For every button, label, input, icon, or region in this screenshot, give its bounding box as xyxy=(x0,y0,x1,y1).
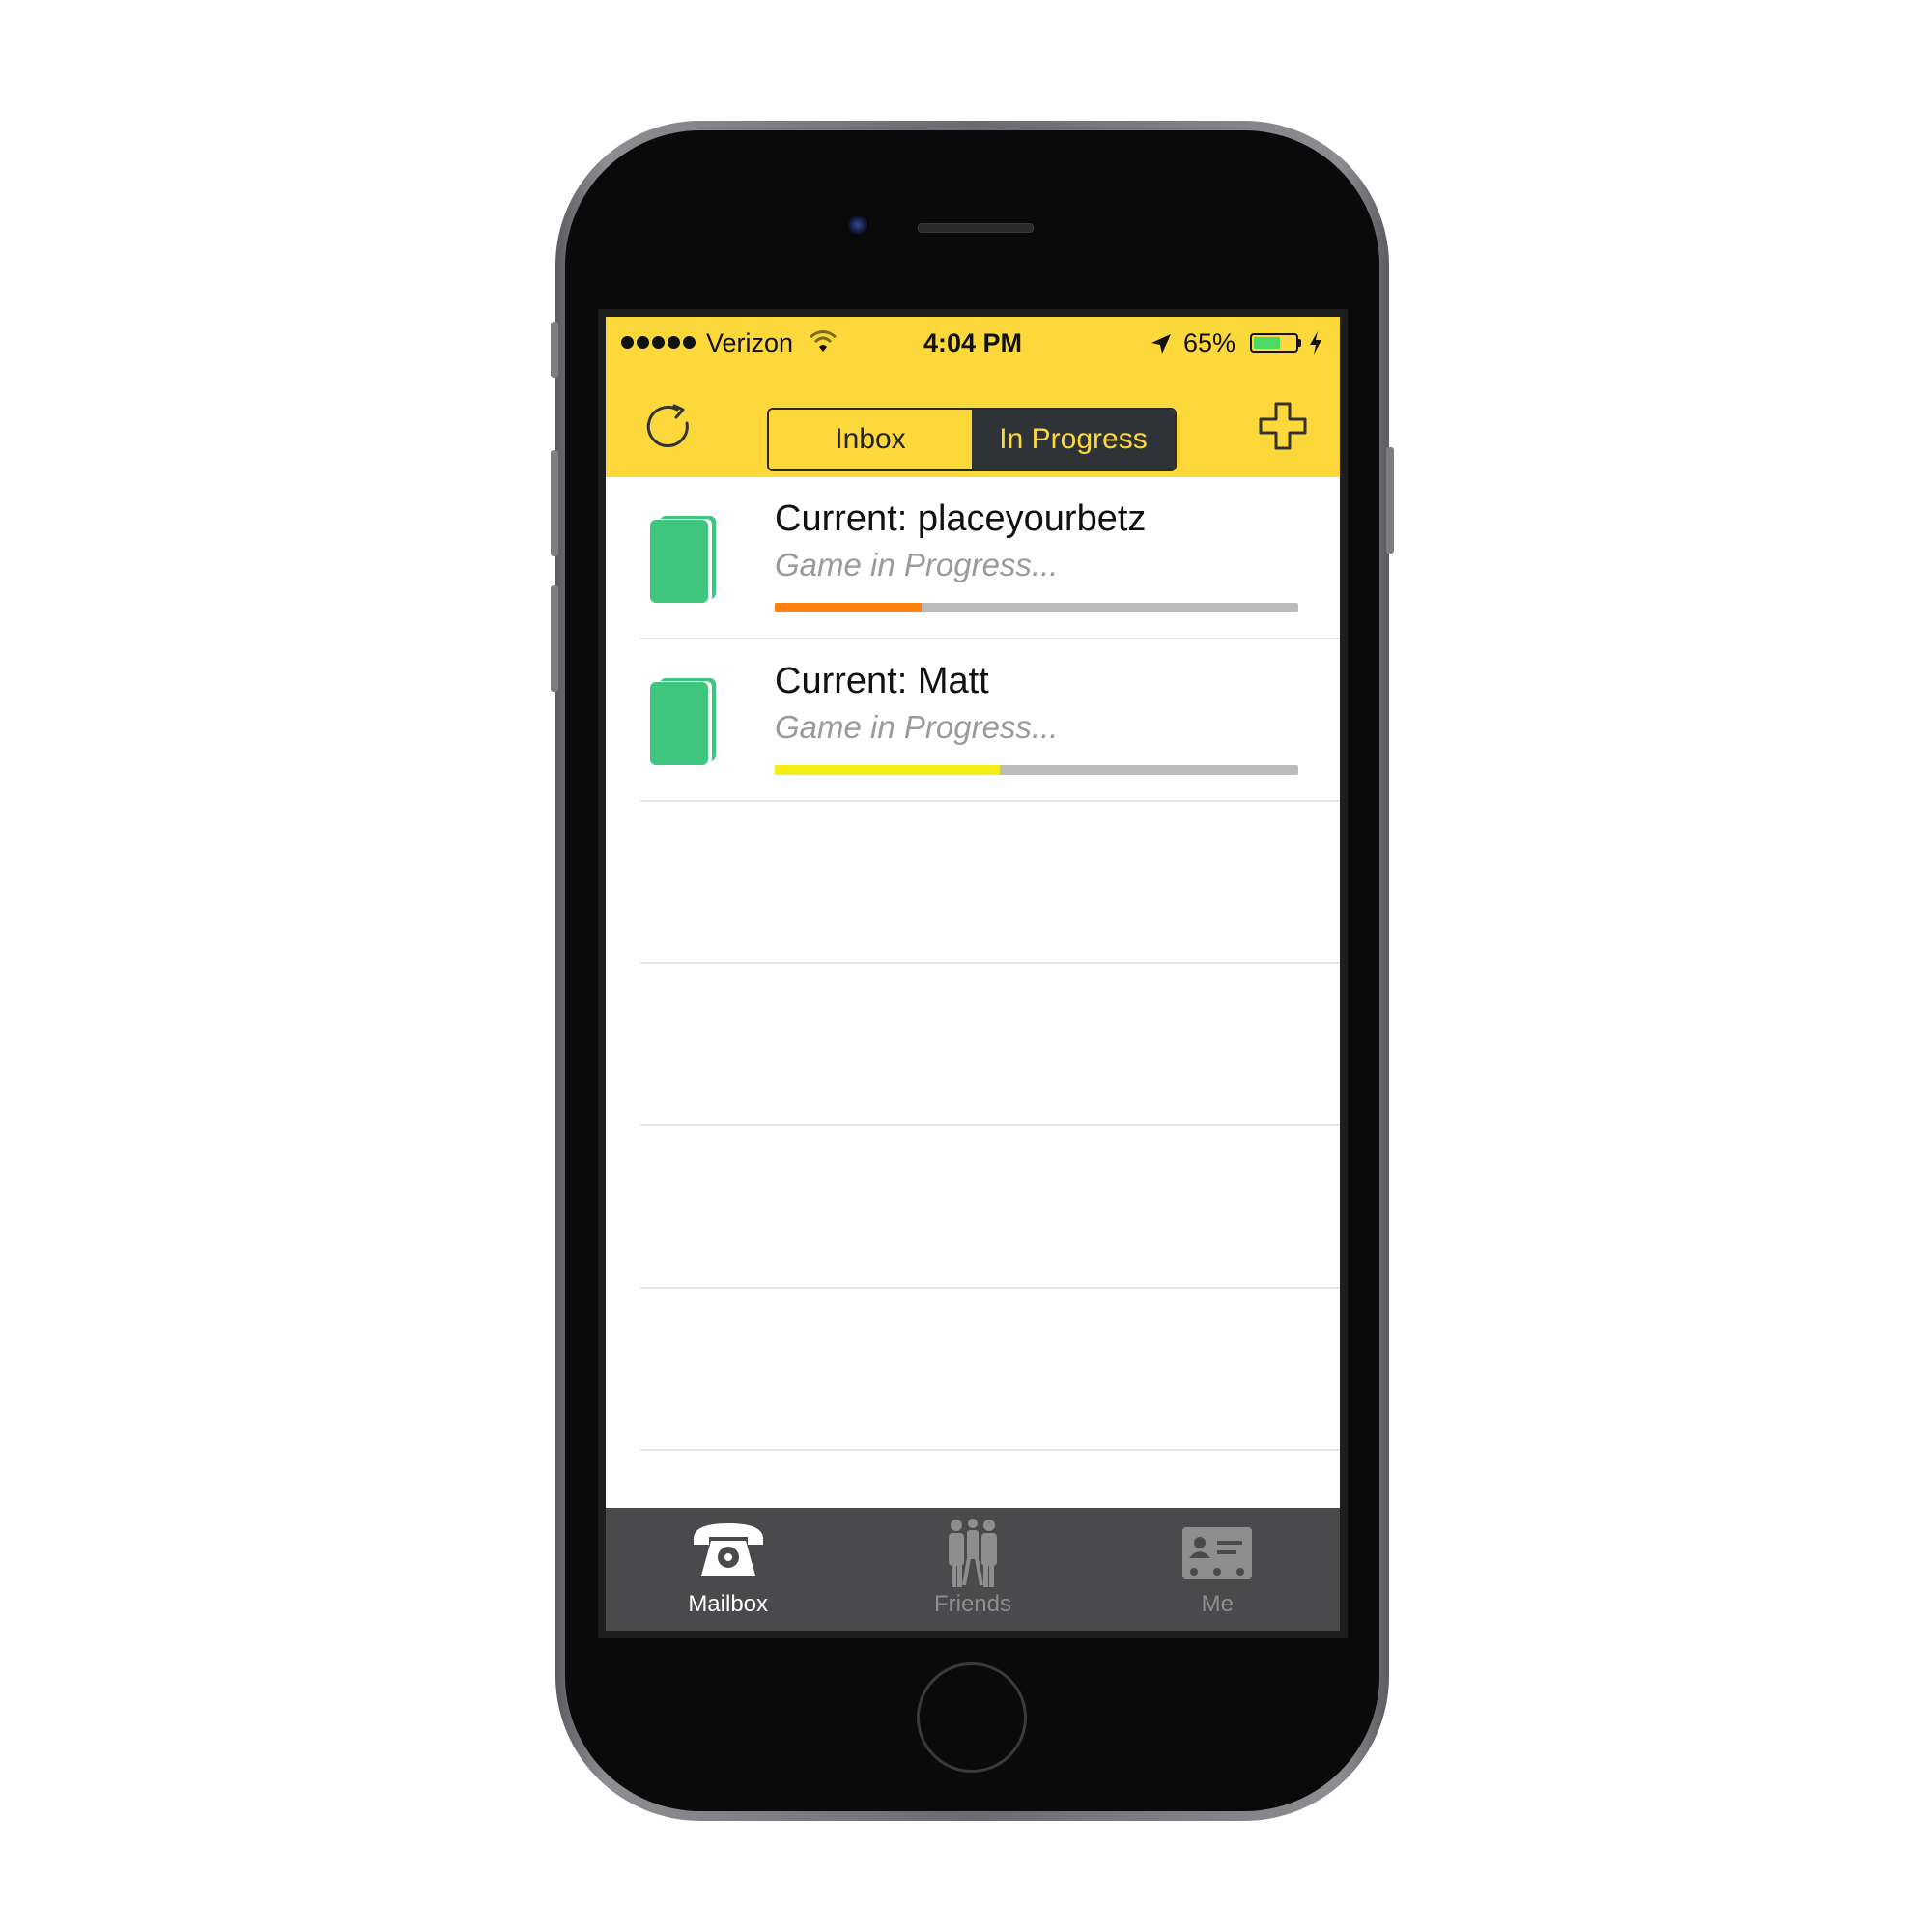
list-item[interactable]: Current: Matt Game in Progress... xyxy=(640,639,1340,802)
volume-up-button xyxy=(551,450,558,556)
power-button xyxy=(1386,447,1394,554)
game-progress-bar xyxy=(775,603,1298,612)
cards-icon xyxy=(650,516,716,603)
game-status: Game in Progress... xyxy=(775,709,1059,745)
mute-switch xyxy=(551,322,558,378)
games-list: Current: placeyourbetz Game in Progress.… xyxy=(606,477,1340,1451)
tab-label: Friends xyxy=(933,1591,1011,1617)
charging-bolt-icon xyxy=(1308,330,1323,362)
friends-icon xyxy=(948,1519,997,1587)
refresh-button[interactable] xyxy=(642,400,696,454)
empty-row xyxy=(640,1126,1340,1289)
battery-icon xyxy=(1250,333,1298,353)
empty-row xyxy=(640,802,1340,964)
battery-percent: 65% xyxy=(1183,328,1236,357)
game-progress-fill xyxy=(775,603,922,612)
game-title: Current: Matt xyxy=(775,661,989,701)
empty-row xyxy=(640,1289,1340,1451)
battery-nub xyxy=(1298,339,1301,347)
tab-friends[interactable]: Friends xyxy=(850,1508,1094,1631)
home-button[interactable] xyxy=(917,1662,1027,1773)
app-screen: Verizon 4:04 PM 65% Inbox In Progress Cu… xyxy=(606,317,1340,1631)
tab-me[interactable]: Me xyxy=(1095,1508,1340,1631)
front-camera xyxy=(847,214,870,238)
plus-icon xyxy=(1259,402,1307,450)
volume-down-button xyxy=(551,585,558,692)
segmented-control: Inbox In Progress xyxy=(767,408,1177,471)
segment-in-progress[interactable]: In Progress xyxy=(972,410,1175,469)
battery-level xyxy=(1254,337,1281,349)
game-title: Current: placeyourbetz xyxy=(775,498,1147,539)
list-item[interactable]: Current: placeyourbetz Game in Progress.… xyxy=(640,477,1340,639)
location-arrow-icon xyxy=(1150,332,1173,362)
game-status: Game in Progress... xyxy=(775,547,1059,582)
add-game-button[interactable] xyxy=(1257,400,1309,452)
game-progress-bar xyxy=(775,765,1298,775)
tab-label: Me xyxy=(1201,1591,1234,1617)
id-card-icon xyxy=(1182,1527,1253,1579)
tab-bar: Mailbox Friends Me xyxy=(606,1508,1340,1631)
tab-label: Mailbox xyxy=(688,1591,769,1617)
tab-mailbox[interactable]: Mailbox xyxy=(606,1508,850,1631)
navigation-bar: Inbox In Progress xyxy=(606,371,1340,477)
earpiece-speaker xyxy=(918,223,1034,233)
telephone-icon xyxy=(693,1523,763,1576)
empty-row xyxy=(640,964,1340,1126)
game-progress-fill xyxy=(775,765,1001,775)
status-bar: Verizon 4:04 PM 65% xyxy=(606,317,1340,371)
refresh-icon xyxy=(646,404,689,447)
cards-icon xyxy=(650,678,716,765)
segment-inbox[interactable]: Inbox xyxy=(769,410,972,469)
